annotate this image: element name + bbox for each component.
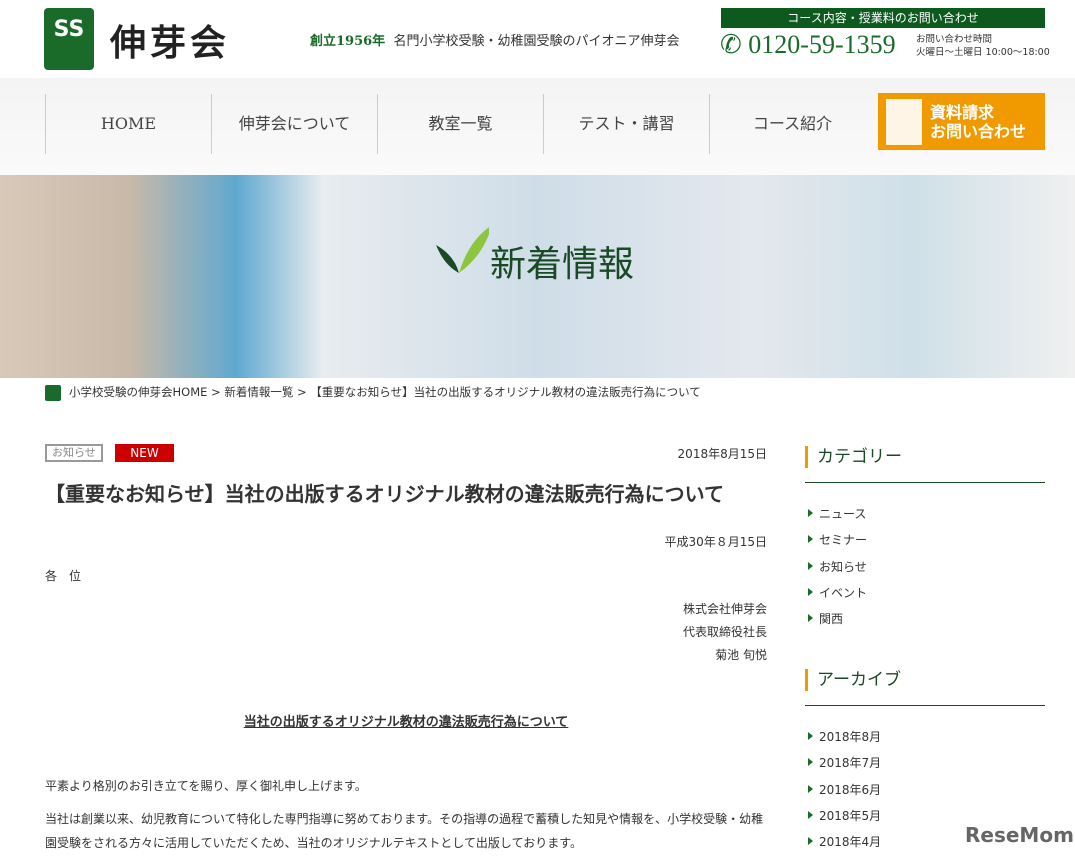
category-link[interactable]: イベント [805, 584, 1045, 610]
phone-icon: ✆ [720, 30, 742, 59]
request-info-button[interactable]: 資料請求 お問い合わせ [878, 93, 1045, 150]
nav-about[interactable]: 伸芽会について [211, 94, 377, 154]
tagline: 創立1956年 名門小学校受験・幼稚園受験のパイオニア伸芽会 [310, 30, 679, 49]
nav-classrooms[interactable]: 教室一覧 [377, 94, 543, 154]
category-link[interactable]: セミナー [805, 531, 1045, 557]
leaf-icon [436, 227, 489, 273]
addressee: 各 位 [45, 569, 82, 583]
cta-line1: 資料請求 [930, 103, 995, 122]
tagline-founded: 創立1956年 [310, 34, 386, 49]
category-link[interactable]: 関西 [805, 610, 1045, 636]
tagline-text: 名門小学校受験・幼稚園受験のパイオニア伸芽会 [393, 34, 680, 49]
cta-line2: お問い合わせ [930, 122, 1027, 141]
category-badge[interactable]: お知らせ [45, 444, 103, 462]
category-heading: カテゴリー [805, 446, 1045, 468]
nav-courses[interactable]: コース紹介 [709, 94, 875, 154]
hero-banner: 新着情報 [0, 175, 1075, 378]
paragraph-2b: 園受験をされる方々に活用していただくため、当社のオリジナルテキストとして出版して… [45, 836, 583, 850]
brochure-icon [886, 99, 922, 145]
logo-icon[interactable]: SS [44, 8, 94, 70]
paragraph-2a: 当社は創業以来、幼児教育について特化した専門指導に努めております。その指導の過程… [45, 812, 764, 826]
site-header: SS 伸芽会 創立1956年 名門小学校受験・幼稚園受験のパイオニア伸芽会 コー… [0, 0, 1075, 78]
new-badge: NEW [115, 444, 174, 462]
nav-home[interactable]: HOME [45, 94, 211, 154]
category-link[interactable]: ニュース [805, 505, 1045, 531]
hours-value: 火曜日～土曜日 10:00～18:00 [916, 47, 1050, 58]
contact-hours: お問い合わせ時間火曜日～土曜日 10:00～18:00 [916, 33, 1050, 59]
breadcrumb-sep: > [211, 385, 221, 399]
sidebar-categories: カテゴリー ニュース セミナー お知らせ イベント 関西 [805, 446, 1045, 636]
home-logo-icon [45, 384, 61, 401]
contact-label: コース内容・授業料のお問い合わせ [721, 8, 1045, 28]
article-title: 【重要なお知らせ】当社の出版するオリジナル教材の違法販売行為について [45, 482, 724, 506]
breadcrumb: 小学校受験の伸芽会HOME > 新着情報一覧 > 【重要なお知らせ】当社の出版す… [45, 384, 701, 401]
logo-text[interactable]: 伸芽会 [110, 14, 230, 66]
hero-title: 新着情報 [490, 244, 635, 285]
category-link[interactable]: お知らせ [805, 558, 1045, 584]
main-nav: HOME 伸芽会について 教室一覧 テスト・講習 コース紹介 資料請求 お問い合… [0, 78, 1075, 175]
breadcrumb-list[interactable]: 新着情報一覧 [224, 385, 293, 399]
letter-date: 平成30年８月15日 [664, 535, 767, 549]
hours-label: お問い合わせ時間 [916, 34, 993, 45]
archive-heading: アーカイブ [805, 669, 1045, 691]
letter-subject: 当社の出版するオリジナル教材の違法販売行為について [243, 715, 569, 730]
signer-position: 代表取締役社長 [682, 625, 767, 639]
breadcrumb-sep: > [297, 385, 307, 399]
breadcrumb-current: 【重要なお知らせ】当社の出版するオリジナル教材の違法販売行為について [310, 385, 701, 399]
archive-link[interactable]: 2018年7月 [805, 754, 1045, 780]
breadcrumb-home[interactable]: 小学校受験の伸芽会HOME [69, 385, 207, 399]
signer-name: 菊池 旬悦 [715, 648, 767, 662]
company-name: 株式会社伸芽会 [682, 602, 767, 616]
resemom-watermark: ReseMom [965, 823, 1074, 847]
archive-link[interactable]: 2018年8月 [805, 728, 1045, 754]
phone-number[interactable]: ✆ 0120-59-1359 [720, 30, 896, 60]
post-date: 2018年8月15日 [677, 447, 767, 461]
nav-tests[interactable]: テスト・講習 [543, 94, 709, 154]
paragraph-1: 平素より格別のお引き立てを賜り、厚く御礼申し上げます。 [45, 779, 367, 793]
archive-link[interactable]: 2018年6月 [805, 781, 1045, 807]
phone-text: 0120-59-1359 [748, 30, 896, 59]
